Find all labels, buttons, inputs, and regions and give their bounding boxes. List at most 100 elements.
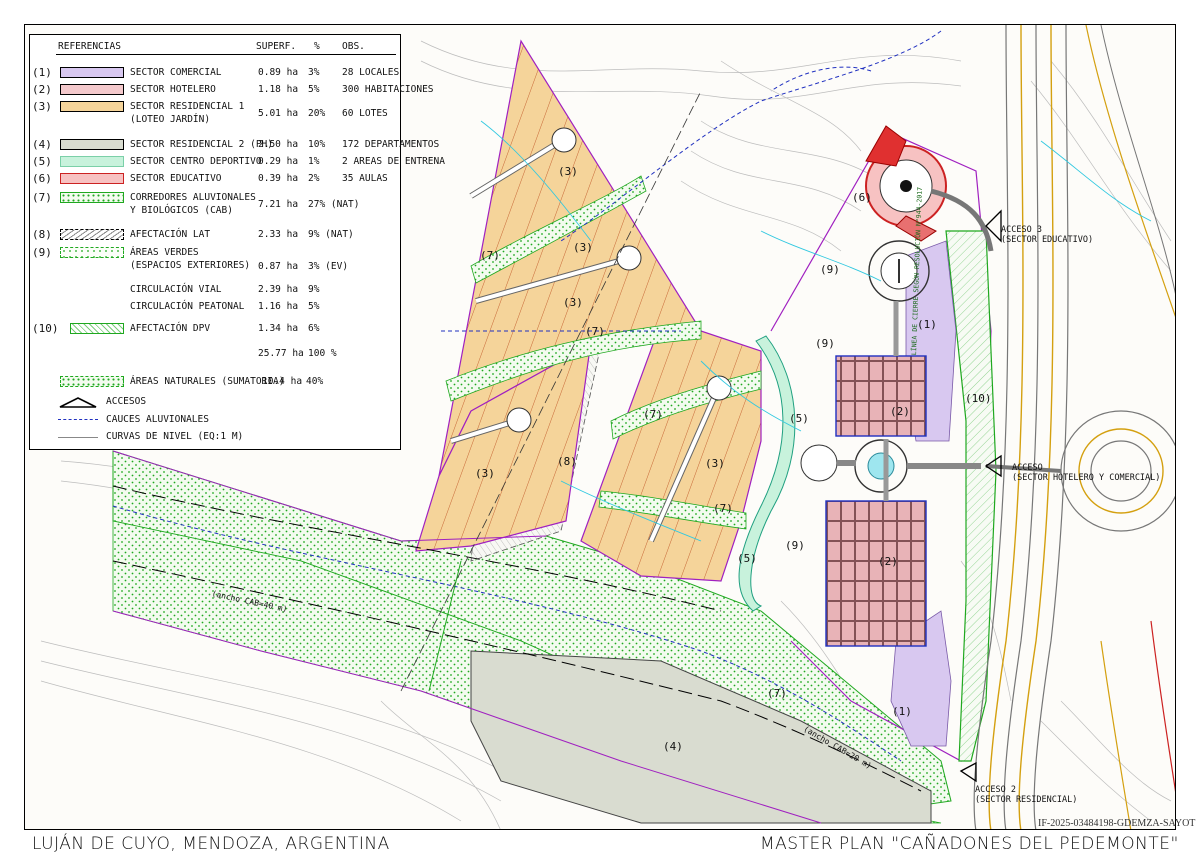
legend-row-area: 0.89 ha <box>258 67 299 78</box>
label-hotelero-2b: (2) <box>878 555 898 568</box>
legend-row-educativo: (6) SECTOR EDUCATIVO 0.39 ha 2% 35 AULAS <box>30 172 400 186</box>
legend-row-lat: (8) AFECTACIÓN LAT 2.33 ha 9% (NAT) <box>30 228 400 242</box>
legend-total-pct: 100 % <box>308 348 337 359</box>
label-sector-3d: (3) <box>475 467 495 480</box>
access-1-label: ACCESO (SECTOR HOTELERO Y COMERCIAL) <box>1012 463 1160 483</box>
legend-row-pct: 9% (NAT) <box>308 229 354 240</box>
legend-row-sublabel: (LOTEO JARDÍN) <box>130 114 211 125</box>
legend-row-area: 1.16 ha <box>258 301 299 312</box>
sector-hotelero-north <box>835 355 927 437</box>
sector-residencial-1-east <box>580 330 762 582</box>
legend-row-comercial: (1) SECTOR COMERCIAL 0.89 ha 3% 28 LOCAL… <box>30 66 400 80</box>
swatch-areas-verdes <box>60 247 124 258</box>
legend-row-area: 0.39 ha <box>258 173 299 184</box>
sector-hotelero-south <box>825 500 927 647</box>
legend-row-cauces: CAUCES ALUVIONALES <box>30 413 400 427</box>
access-triangle-icon <box>59 397 97 408</box>
label-corridor-7c: (7) <box>643 408 663 421</box>
legend-row-circulacion-peatonal: CIRCULACIÓN PEATONAL 1.16 ha 5% <box>30 300 400 314</box>
legend-header-ref: REFERENCIAS <box>58 41 121 52</box>
access-3-label: ACCESO 3 (SECTOR EDUCATIVO) <box>1001 225 1093 245</box>
legend-row-num: (2) <box>32 83 52 96</box>
label-verdes-9b: (9) <box>815 337 835 350</box>
label-verdes-9a: (9) <box>820 263 840 276</box>
legend-row-num: (8) <box>32 228 52 241</box>
label-deportivo-5b: (5) <box>737 552 757 565</box>
legend-row-obs: 300 HABITACIONES <box>342 84 434 95</box>
legend-row-num: (6) <box>32 172 52 185</box>
label-verdes-9c: (9) <box>785 539 805 552</box>
legend-row-num: (10) <box>32 322 59 335</box>
swatch-hotelero <box>60 84 124 95</box>
access-1-subtitle: (SECTOR HOTELERO Y COMERCIAL) <box>1012 473 1161 483</box>
legend-row-cab: (7) CORREDORES ALUVIONALES Y BIOLÓGICOS … <box>30 191 400 219</box>
legend-row-pct: 3% <box>308 67 320 78</box>
label-corridor-7d: (7) <box>713 502 733 515</box>
legend-row-pct: 27% (NAT) <box>308 199 360 210</box>
label-corridor-7b: (7) <box>585 325 605 338</box>
legend-row-num: (1) <box>32 66 52 79</box>
legend-row-area: 0.87 ha <box>258 261 299 272</box>
legend-row-area: 1.18 ha <box>258 84 299 95</box>
legend-curvas-label: CURVAS DE NIVEL (EQ:1 M) <box>106 431 244 442</box>
label-corridor-7a: (7) <box>480 249 500 262</box>
legend-row-area: 2.33 ha <box>258 229 299 240</box>
legend-row-pct: 3% (EV) <box>308 261 349 272</box>
label-lat-8: (8) <box>557 455 577 468</box>
legend-row-pct: 20% <box>308 108 326 119</box>
label-corridor-7e: (7) <box>767 687 787 700</box>
swatch-residencial-1 <box>60 101 124 112</box>
legend-row-label: SECTOR EDUCATIVO <box>130 173 222 184</box>
legend-cauces-label: CAUCES ALUVIONALES <box>106 414 209 425</box>
legend-row-area: 2.50 ha <box>258 139 299 150</box>
legend-header-area: SUPERF. <box>256 41 297 52</box>
access-3-subtitle: (SECTOR EDUCATIVO) <box>1001 235 1094 245</box>
legend-row-pct: 2% <box>308 173 320 184</box>
label-sector-3e: (3) <box>705 457 725 470</box>
contour-line-icon <box>58 437 98 438</box>
legend-row-label: CORREDORES ALUVIONALES <box>130 192 256 203</box>
legend-row-obs: 28 LOCALES <box>342 67 400 78</box>
access-2-title: ACCESO 2 <box>975 785 1016 795</box>
legend-row-areas-verdes: (9) ÁREAS VERDES (ESPACIOS EXTERIORES) 0… <box>30 246 400 274</box>
legend-row-label: ÁREAS VERDES <box>130 247 199 258</box>
legend-header-rule <box>56 54 396 55</box>
legend-row-residencial-2: (4) SECTOR RESIDENCIAL 2 (PH) 2.50 ha 10… <box>30 138 439 152</box>
legend-row-area: 5.01 ha <box>258 108 299 119</box>
legend-row-obs: 35 AULAS <box>342 173 388 184</box>
legend-total-area: 25.77 ha <box>258 348 304 359</box>
swatch-areas-naturales <box>60 376 124 387</box>
access-2-subtitle: (SECTOR RESIDENCIAL) <box>975 795 1078 805</box>
legend-row-area: 0.29 ha <box>258 156 299 167</box>
legend-natural-pct: 40% <box>306 376 324 387</box>
legend-row-pct: 5% <box>308 84 320 95</box>
legend-row-obs: 172 DEPARTAMENTOS <box>342 139 440 150</box>
legend-header-obs: OBS. <box>342 41 365 52</box>
legend-row-sublabel: Y BIOLÓGICOS (CAB) <box>130 205 233 216</box>
legend-row-total: 25.77 ha 100 % <box>30 347 400 361</box>
label-dpv-10: (10) <box>965 392 992 405</box>
swatch-residencial-2 <box>60 139 124 150</box>
legend-row-label: SECTOR COMERCIAL <box>130 67 222 78</box>
swatch-dpv <box>70 323 124 334</box>
legend-row-label: SECTOR RESIDENCIAL 1 <box>130 101 245 112</box>
legend-row-label: AFECTACIÓN LAT <box>130 229 211 240</box>
swatch-cab <box>60 192 124 203</box>
label-sector-3b: (3) <box>573 241 593 254</box>
legend-row-sublabel: (ESPACIOS EXTERIORES) <box>130 260 251 271</box>
legend-row-num: (7) <box>32 191 52 204</box>
footer-location: LUJÁN DE CUYO, MENDOZA, ARGENTINA <box>32 834 390 854</box>
label-comercial-1b: (1) <box>892 705 912 718</box>
legend-row-curvas: CURVAS DE NIVEL (EQ:1 M) <box>30 430 400 444</box>
document-stamp: IF-2025-03484198-GDEMZA-SAYOT <box>1038 818 1196 829</box>
swatch-educativo <box>60 173 124 184</box>
legend-header-pct: % <box>314 41 320 52</box>
swatch-lat <box>60 229 124 240</box>
legend-row-deportivo: (5) SECTOR CENTRO DEPORTIVO 0.29 ha 1% 2… <box>30 155 445 169</box>
footer-title: MASTER PLAN "CAÑADONES DEL PEDEMONTE" <box>760 834 1179 854</box>
swatch-deportivo <box>60 156 124 167</box>
highway <box>973 25 1175 829</box>
legend-row-num: (3) <box>32 100 52 113</box>
legend-row-label: SECTOR CENTRO DEPORTIVO <box>130 156 262 167</box>
legend-row-label: SECTOR HOTELERO <box>130 84 216 95</box>
